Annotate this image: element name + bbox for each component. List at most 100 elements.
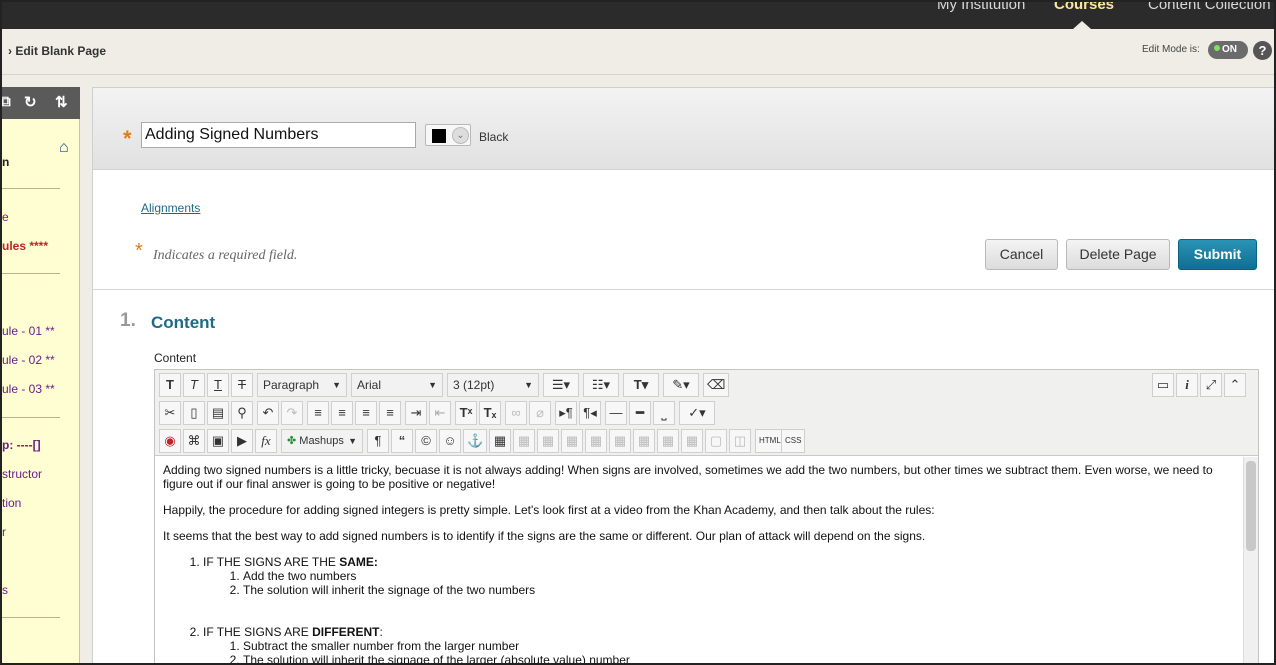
- top-nav: My Institution Courses Content Collectio…: [2, 2, 1274, 29]
- rules-list: IF THE SIGNS ARE THE SAME: Add the two n…: [163, 555, 1234, 597]
- underline-icon[interactable]: T: [207, 373, 229, 397]
- insert-row-after-icon[interactable]: ▦: [585, 429, 607, 453]
- menu-item[interactable]: r: [2, 525, 6, 539]
- copyright-icon[interactable]: ©: [415, 429, 437, 453]
- bold-icon[interactable]: T: [159, 373, 181, 397]
- edit-mode-toggle[interactable]: ON: [1208, 41, 1248, 59]
- editor-toolbar: T T T T Paragraph ▼ Arial ▼ 3 (12pt) ▼ ☰▾ ☷…: [155, 370, 1258, 456]
- spellcheck-icon[interactable]: ✓▾: [679, 401, 715, 425]
- mashups-select[interactable]: ✤ Mashups ▼: [281, 429, 363, 453]
- fullscreen-icon[interactable]: ⤢: [1200, 373, 1222, 397]
- alignments-link[interactable]: Alignments: [141, 201, 200, 215]
- insert-row-before-icon[interactable]: ▦: [561, 429, 583, 453]
- scrollbar-thumb[interactable]: [1246, 461, 1256, 551]
- font-family-select[interactable]: Arial ▼: [351, 373, 443, 397]
- align-center-icon[interactable]: ≡: [331, 401, 353, 425]
- nav-content-collection[interactable]: Content Collection: [1148, 2, 1271, 13]
- table-cell-props-icon[interactable]: ▦: [537, 429, 559, 453]
- find-icon[interactable]: ⚲: [231, 401, 253, 425]
- help-icon[interactable]: ?: [1253, 41, 1272, 60]
- attach-icon[interactable]: ⌘: [183, 429, 205, 453]
- insert-col-before-icon[interactable]: ▦: [633, 429, 655, 453]
- image-icon[interactable]: ▣: [207, 429, 229, 453]
- thick-rule-icon[interactable]: ━: [629, 401, 651, 425]
- subscript-icon[interactable]: Tₓ: [479, 401, 501, 425]
- menu-item[interactable]: e: [2, 210, 9, 224]
- menu-tool-icon[interactable]: ⧉: [2, 93, 11, 110]
- ltr-icon[interactable]: ▸¶: [555, 401, 577, 425]
- record-icon[interactable]: ◉: [159, 429, 181, 453]
- align-left-icon[interactable]: ≡: [307, 401, 329, 425]
- menu-item[interactable]: p: ----[]: [2, 438, 41, 452]
- eraser-icon[interactable]: ⌫: [703, 373, 730, 397]
- unlink-icon[interactable]: ⌀: [529, 401, 551, 425]
- menu-divider: [2, 617, 60, 618]
- outdent-icon[interactable]: ⇤: [429, 401, 451, 425]
- content-paragraph: Happily, the procedure for adding signed…: [163, 503, 935, 517]
- pilcrow-icon[interactable]: ¶: [367, 429, 389, 453]
- copy-icon[interactable]: ▯: [183, 401, 205, 425]
- bullet-list-icon[interactable]: ☰▾: [543, 373, 579, 397]
- menu-item[interactable]: ule - 02 **: [2, 353, 55, 367]
- menu-item[interactable]: ule - 03 **: [2, 382, 55, 396]
- chevron-down-icon[interactable]: ⌄: [452, 127, 469, 144]
- cancel-button[interactable]: Cancel: [985, 239, 1058, 270]
- rich-text-editor: T T T T Paragraph ▼ Arial ▼ 3 (12pt) ▼ ☰▾ ☷…: [154, 369, 1259, 663]
- nav-courses[interactable]: Courses: [1054, 2, 1114, 13]
- collapse-toolbar-icon[interactable]: ⌃: [1224, 373, 1246, 397]
- highlight-icon[interactable]: ✎▾: [663, 373, 699, 397]
- align-right-icon[interactable]: ≡: [355, 401, 377, 425]
- menu-item[interactable]: ule - 01 **: [2, 324, 55, 338]
- delete-row-icon[interactable]: ▦: [609, 429, 631, 453]
- refresh-icon[interactable]: ↻: [24, 93, 37, 111]
- menu-item[interactable]: s: [2, 583, 8, 597]
- editor-scrollbar[interactable]: [1243, 457, 1258, 663]
- info-icon[interactable]: i: [1176, 373, 1198, 397]
- cut-icon[interactable]: ✂: [159, 401, 181, 425]
- home-icon[interactable]: ⌂: [59, 139, 69, 157]
- link-icon[interactable]: ∞: [505, 401, 527, 425]
- italic-icon[interactable]: T: [183, 373, 205, 397]
- font-select-value: Arial: [357, 378, 382, 392]
- menu-item[interactable]: tion: [2, 496, 21, 510]
- merge-cells-icon[interactable]: ◫: [729, 429, 751, 453]
- table-row-props-icon[interactable]: ▦: [513, 429, 535, 453]
- media-icon[interactable]: ▶: [231, 429, 253, 453]
- emoticon-icon[interactable]: ☺: [439, 429, 461, 453]
- math-icon[interactable]: fx: [255, 429, 277, 453]
- font-size-select[interactable]: 3 (12pt) ▼: [447, 373, 539, 397]
- horizontal-rule-icon[interactable]: —: [605, 401, 627, 425]
- preview-icon[interactable]: ▭: [1152, 373, 1174, 397]
- justify-icon[interactable]: ≡: [379, 401, 401, 425]
- rtl-icon[interactable]: ¶◂: [579, 401, 601, 425]
- menu-item[interactable]: n: [2, 155, 9, 169]
- edit-page-panel: * ⌄ Black Alignments * Indicates a requi…: [92, 87, 1274, 663]
- title-color-picker[interactable]: ⌄: [425, 124, 471, 146]
- insert-col-after-icon[interactable]: ▦: [657, 429, 679, 453]
- nonbreaking-space-icon[interactable]: ⎵: [653, 401, 675, 425]
- numbered-list-icon[interactable]: ☷▾: [583, 373, 619, 397]
- anchor-icon[interactable]: ⚓: [463, 429, 488, 453]
- indent-icon[interactable]: ⇥: [405, 401, 427, 425]
- paragraph-format-select[interactable]: Paragraph ▼: [257, 373, 347, 397]
- editor-content[interactable]: Adding two signed numbers is a little tr…: [155, 457, 1242, 663]
- nav-my-institution[interactable]: My Institution: [937, 2, 1025, 13]
- blockquote-icon[interactable]: “: [391, 429, 413, 453]
- menu-item[interactable]: ules ****: [2, 239, 48, 253]
- submit-button[interactable]: Submit: [1178, 239, 1257, 270]
- delete-col-icon[interactable]: ▦: [681, 429, 703, 453]
- undo-icon[interactable]: ↶: [257, 401, 279, 425]
- superscript-icon[interactable]: Tˣ: [455, 401, 477, 425]
- page-title-input[interactable]: [141, 122, 416, 148]
- paste-icon[interactable]: ▤: [207, 401, 229, 425]
- rule-item: IF THE SIGNS ARE DIFFERENT: Subtract the…: [203, 625, 1234, 663]
- reorder-icon[interactable]: ⇅: [55, 93, 68, 111]
- text-style-icon[interactable]: T▾: [623, 373, 659, 397]
- css-button[interactable]: CSS: [781, 429, 806, 453]
- menu-item[interactable]: structor: [2, 467, 42, 481]
- delete-page-button[interactable]: Delete Page: [1066, 239, 1170, 270]
- redo-icon[interactable]: ↷: [281, 401, 303, 425]
- split-cells-icon[interactable]: ▢: [705, 429, 727, 453]
- table-icon[interactable]: ▦: [489, 429, 511, 453]
- strikethrough-icon[interactable]: T: [231, 373, 253, 397]
